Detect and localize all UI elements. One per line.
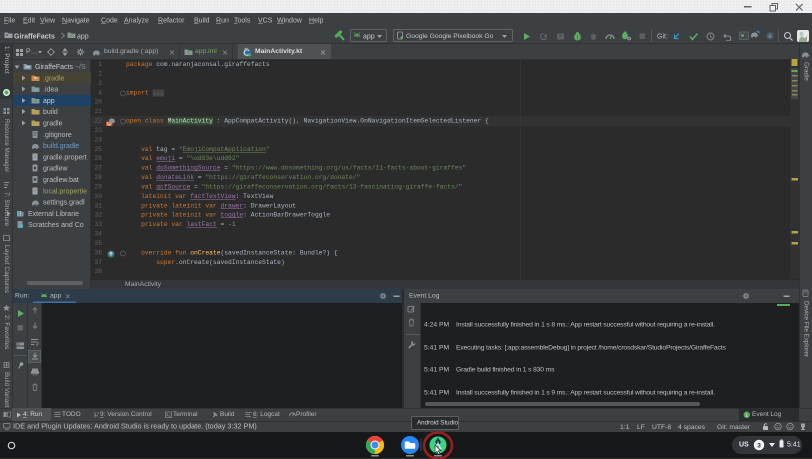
svg-text:3: 3: [757, 443, 761, 450]
